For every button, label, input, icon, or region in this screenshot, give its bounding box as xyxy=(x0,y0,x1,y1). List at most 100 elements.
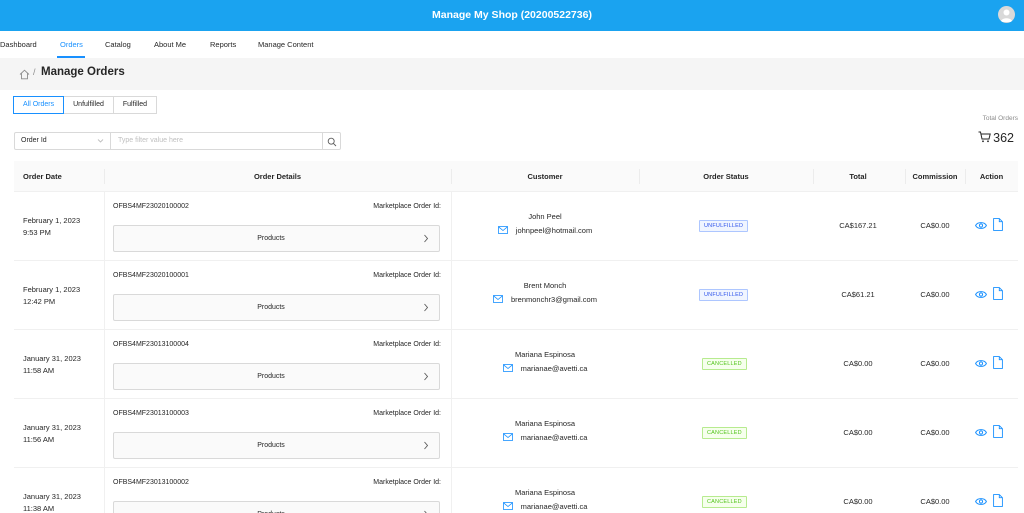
products-label: Products xyxy=(257,442,285,449)
marketplace-order-id-label: Marketplace Order Id: xyxy=(373,410,441,417)
breadcrumb: / Manage Orders xyxy=(0,58,1024,90)
eye-icon[interactable] xyxy=(975,497,987,506)
order-date-value: January 31, 2023 xyxy=(23,492,81,501)
products-label: Products xyxy=(114,502,428,513)
nav-manage-content[interactable]: Manage Content xyxy=(258,31,313,58)
order-date: January 31, 2023 11:58 AM xyxy=(23,353,81,377)
order-time-value: 11:56 AM xyxy=(23,435,55,444)
order-date: January 31, 2023 11:56 AM xyxy=(23,422,81,446)
customer-email-value: marianae@avetti.ca xyxy=(520,433,588,442)
header-order-details: Order Details xyxy=(253,172,302,181)
products-expander[interactable]: Products xyxy=(113,501,440,513)
main-nav: Dashboard Orders Catalog About Me Report… xyxy=(0,31,1024,58)
customer-email-value: brenmonchr3@gmail.com xyxy=(511,295,597,304)
customer-email[interactable]: marianae@avetti.ca xyxy=(451,502,639,511)
status-badge: CANCELLED xyxy=(702,358,747,370)
header-order-date[interactable]: Order Date xyxy=(23,161,62,192)
order-date: February 1, 2023 9:53 PM xyxy=(23,215,80,239)
products-label: Products xyxy=(257,235,285,242)
eye-icon[interactable] xyxy=(975,290,987,299)
column-divider xyxy=(104,192,105,261)
order-filter: Order Id Type filter value here xyxy=(14,132,341,150)
nav-reports[interactable]: Reports xyxy=(210,31,236,58)
eye-icon[interactable] xyxy=(975,221,987,230)
filter-value-input[interactable]: Type filter value here xyxy=(111,132,323,150)
total-orders-count: 362 xyxy=(960,131,1014,147)
tab-fulfilled[interactable]: Fulfilled xyxy=(112,96,157,114)
products-expander[interactable]: Products xyxy=(113,432,440,459)
chevron-right-icon xyxy=(424,234,429,243)
column-divider xyxy=(104,261,105,330)
order-total: CA$0.00 xyxy=(843,428,873,437)
nav-dashboard[interactable]: Dashboard xyxy=(0,31,37,58)
status-badge: UNFULFILLED xyxy=(699,220,749,232)
column-divider xyxy=(451,169,452,184)
customer-email[interactable]: brenmonchr3@gmail.com xyxy=(451,295,639,304)
order-time-value: 11:38 AM xyxy=(23,504,55,513)
cart-icon xyxy=(978,131,991,143)
orders-table: Order Date Order Details Customer Order … xyxy=(14,161,1018,513)
order-commission: CA$0.00 xyxy=(920,290,950,299)
products-expander[interactable]: Products xyxy=(113,225,440,252)
customer-email-value: marianae@avetti.ca xyxy=(520,502,588,511)
search-icon xyxy=(327,137,337,147)
table-row: February 1, 2023 9:53 PM OFBS4MF230201000… xyxy=(14,192,1018,261)
order-time-value: 12:42 PM xyxy=(23,297,56,306)
tab-all-orders[interactable]: All Orders xyxy=(13,96,65,114)
home-icon[interactable] xyxy=(19,69,30,80)
products-expander[interactable]: Products xyxy=(113,294,440,321)
products-label: Products xyxy=(257,373,285,380)
order-time-value: 11:58 AM xyxy=(23,366,55,375)
nav-about-me[interactable]: About Me xyxy=(154,31,186,58)
eye-icon[interactable] xyxy=(975,359,987,368)
order-commission: CA$0.00 xyxy=(920,428,950,437)
user-avatar-icon[interactable] xyxy=(998,6,1015,23)
file-icon[interactable] xyxy=(993,287,1003,300)
chevron-right-icon xyxy=(424,441,429,450)
mail-icon xyxy=(502,364,513,372)
page-title: Manage Orders xyxy=(41,66,125,78)
status-badge: CANCELLED xyxy=(702,427,747,439)
customer-email-value: johnpeel@hotmail.com xyxy=(515,226,593,235)
header-total[interactable]: Total xyxy=(813,161,903,192)
order-filter-tabs: All Orders Unfulfilled Fulfilled xyxy=(13,96,157,114)
status-badge: CANCELLED xyxy=(702,496,747,508)
filter-field-select[interactable]: Order Id xyxy=(14,132,111,150)
table-header: Order Date Order Details Customer Order … xyxy=(14,161,1018,192)
order-date: February 1, 2023 12:42 PM xyxy=(23,284,80,308)
table-row: January 31, 2023 11:56 AM OFBS4MF23013100… xyxy=(14,399,1018,468)
order-commission: CA$0.00 xyxy=(920,221,950,230)
customer-name: Brent Monch xyxy=(523,281,567,290)
mail-icon xyxy=(493,295,503,303)
customer-name: Mariana Espinosa xyxy=(514,419,576,428)
customer-name: Mariana Espinosa xyxy=(514,350,576,359)
order-date: January 31, 2023 11:38 AM xyxy=(23,491,81,513)
tab-unfulfilled[interactable]: Unfulfilled xyxy=(63,96,114,114)
customer-email[interactable]: johnpeel@hotmail.com xyxy=(451,226,639,235)
order-id: OFBS4MF23013100002 xyxy=(113,479,189,486)
products-expander[interactable]: Products xyxy=(113,363,440,390)
order-date-value: February 1, 2023 xyxy=(23,285,81,294)
marketplace-order-id-label: Marketplace Order Id: xyxy=(373,203,441,210)
column-divider xyxy=(813,169,814,184)
nav-orders[interactable]: Orders xyxy=(60,31,83,58)
header-order-status: Order Status xyxy=(703,172,749,181)
header-customer: Customer xyxy=(527,172,563,181)
chevron-down-icon xyxy=(97,139,104,143)
customer-email[interactable]: marianae@avetti.ca xyxy=(451,364,639,373)
column-divider xyxy=(965,169,966,184)
customer-email[interactable]: marianae@avetti.ca xyxy=(451,433,639,442)
order-id: OFBS4MF23020100001 xyxy=(113,272,189,279)
nav-catalog[interactable]: Catalog xyxy=(105,31,131,58)
file-icon[interactable] xyxy=(993,218,1003,231)
file-icon[interactable] xyxy=(993,494,1003,507)
table-row: February 1, 2023 12:42 PM OFBS4MF23020100… xyxy=(14,261,1018,330)
file-icon[interactable] xyxy=(993,425,1003,438)
search-button[interactable] xyxy=(323,132,341,150)
status-badge: UNFULFILLED xyxy=(699,289,749,301)
table-row: January 31, 2023 11:58 AM OFBS4MF23013100… xyxy=(14,330,1018,399)
file-icon[interactable] xyxy=(993,356,1003,369)
marketplace-order-id-label: Marketplace Order Id: xyxy=(373,341,441,348)
eye-icon[interactable] xyxy=(975,428,987,437)
order-id: OFBS4MF23013100003 xyxy=(113,410,189,417)
